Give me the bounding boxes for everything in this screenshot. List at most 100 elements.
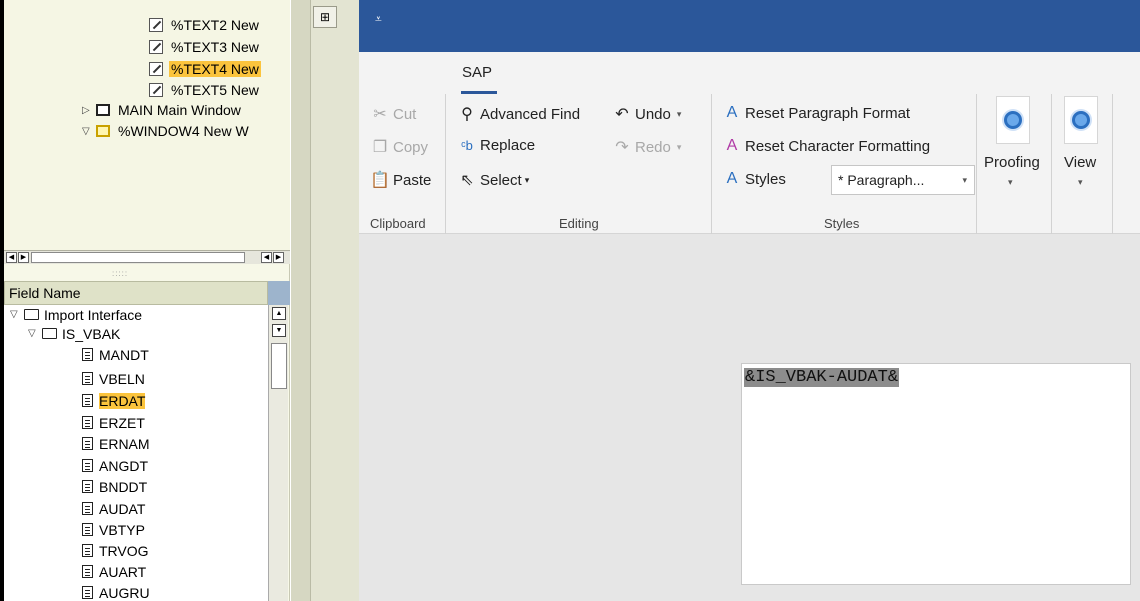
tab-sap[interactable]: SAP <box>462 64 492 81</box>
field-icon <box>82 394 93 407</box>
title-bar: ⩡ <box>359 0 1140 52</box>
copy-icon: ❐ <box>372 139 388 156</box>
field-bnddt[interactable]: BNDDT <box>82 477 147 496</box>
text-node-icon <box>149 62 163 76</box>
field-icon <box>82 372 93 385</box>
field-angdt[interactable]: ANGDT <box>82 456 148 475</box>
chevron-down-icon: ▾ <box>962 175 967 185</box>
scroll-down-icon[interactable]: ▼ <box>272 324 286 337</box>
field-icon <box>82 565 93 578</box>
tree-node-text4[interactable]: %TEXT4 New <box>149 60 261 78</box>
field-icon <box>82 437 93 450</box>
form-tree: %TEXT2 New %TEXT3 New %TEXT4 New %TEXT5 … <box>4 0 290 250</box>
styles-group-label: Styles <box>824 216 860 231</box>
field-icon <box>82 416 93 429</box>
view-label[interactable]: View <box>1064 154 1096 171</box>
text-node-icon <box>149 18 163 32</box>
node-import-interface[interactable]: ▽ Import Interface <box>10 305 142 324</box>
field-audat[interactable]: AUDAT <box>82 499 145 518</box>
horizontal-scrollbar[interactable]: ◀ ▶ ◀ ▶ <box>4 250 290 264</box>
undo-icon: ↶ <box>615 106 629 123</box>
group-separator <box>1112 94 1113 234</box>
layout-icon[interactable]: ⊞ <box>313 6 337 28</box>
sap-form-tree-pane: %TEXT2 New %TEXT3 New %TEXT4 New %TEXT5 … <box>0 0 290 601</box>
window-border <box>0 0 4 601</box>
dropdown-arrow-icon[interactable]: ▾ <box>677 109 682 120</box>
tree-node-text5[interactable]: %TEXT5 New <box>149 81 261 99</box>
scroll-left-icon[interactable]: ◀ <box>6 252 17 263</box>
tree-node-text2[interactable]: %TEXT2 New <box>149 16 261 34</box>
scroll-left-icon[interactable]: ◀ <box>261 252 272 263</box>
collapse-arrow-icon[interactable]: ▽ <box>10 309 24 320</box>
field-ernam[interactable]: ERNAM <box>82 434 150 453</box>
scissors-icon: ✂ <box>373 106 387 123</box>
vertical-scrollbar[interactable]: ▲ ▼ <box>268 305 288 601</box>
view-button[interactable] <box>1064 96 1098 144</box>
document-field-placeholder[interactable]: &IS_VBAK-AUDAT& <box>744 368 900 387</box>
field-list: ▽ Import Interface ▽ IS_VBAK MANDT VBELN… <box>4 305 268 601</box>
reset-character-formatting-button[interactable]: A Reset Character Formatting <box>721 137 930 155</box>
field-erzet[interactable]: ERZET <box>82 413 145 432</box>
tree-node-main-window[interactable]: ▷ MAIN Main Window <box>82 101 243 119</box>
quick-access-dropdown-icon[interactable]: ⩡ <box>375 12 382 27</box>
group-separator <box>1051 94 1052 234</box>
document-page[interactable]: &IS_VBAK-AUDAT& <box>741 363 1131 585</box>
paragraph-format-icon: A <box>726 104 738 121</box>
field-augru[interactable]: AUGRU <box>82 583 150 601</box>
reset-paragraph-format-button[interactable]: A Reset Paragraph Format <box>721 104 910 122</box>
copy-button[interactable]: ❐ Copy <box>369 137 428 157</box>
field-erdat[interactable]: ERDAT <box>82 391 146 410</box>
field-icon <box>82 480 93 493</box>
splitter-handle[interactable]: ::::: <box>112 269 128 278</box>
toolbar-strip <box>310 0 359 601</box>
scroll-right-icon[interactable]: ▶ <box>18 252 29 263</box>
field-mandt[interactable]: MANDT <box>82 345 149 364</box>
style-select[interactable]: * Paragraph... ▾ <box>831 165 975 195</box>
replace-icon: ᶜb <box>461 138 473 153</box>
styles-button[interactable]: A Styles <box>721 170 786 188</box>
cut-button[interactable]: ✂ Cut <box>369 104 416 124</box>
dropdown-arrow-icon[interactable]: ▾ <box>677 142 682 153</box>
group-separator <box>711 94 712 234</box>
tree-node-text3[interactable]: %TEXT3 New <box>149 38 261 56</box>
tree-node-window4[interactable]: ▽ %WINDOW4 New W <box>82 122 251 140</box>
proofing-label[interactable]: Proofing <box>984 154 1040 171</box>
group-separator <box>976 94 977 234</box>
active-tab-indicator <box>461 91 497 94</box>
proofing-button[interactable] <box>996 96 1030 144</box>
collapse-arrow-icon[interactable]: ▽ <box>82 126 96 137</box>
select-button[interactable]: ⇖ Select ▾ <box>456 170 529 190</box>
editing-group-label: Editing <box>559 216 599 231</box>
redo-icon: ↷ <box>615 139 629 156</box>
expand-arrow-icon[interactable]: ▷ <box>82 105 96 116</box>
clipboard-icon: 📋 <box>370 172 390 189</box>
field-icon <box>82 544 93 557</box>
field-auart[interactable]: AUART <box>82 562 146 581</box>
node-is-vbak[interactable]: ▽ IS_VBAK <box>28 324 120 343</box>
scroll-track[interactable] <box>31 252 245 263</box>
redo-button[interactable]: ↷ Redo ▾ <box>611 137 681 157</box>
field-icon <box>82 459 93 472</box>
collapse-arrow-icon[interactable]: ▽ <box>28 328 42 339</box>
field-icon <box>82 586 93 599</box>
replace-button[interactable]: ᶜb Replace <box>456 137 535 154</box>
advanced-find-button[interactable]: ⚲ Advanced Find <box>456 104 580 124</box>
folder-open-icon <box>42 328 57 339</box>
folder-open-icon <box>24 309 39 320</box>
paste-button[interactable]: 📋 Paste <box>369 170 431 190</box>
field-vbtyp[interactable]: VBTYP <box>82 520 145 539</box>
chevron-down-icon[interactable]: ▾ <box>1008 177 1013 188</box>
scroll-thumb[interactable] <box>271 343 287 389</box>
word-editor: ⩡ SAP ✂ Cut ❐ Copy 📋 Paste Clipboard ⚲ A… <box>359 0 1140 601</box>
chevron-down-icon[interactable]: ▾ <box>1078 177 1083 188</box>
field-icon <box>82 348 93 361</box>
field-trvog[interactable]: TRVOG <box>82 541 149 560</box>
text-node-icon <box>149 40 163 54</box>
undo-button[interactable]: ↶ Undo ▾ <box>611 104 681 124</box>
scroll-up-icon[interactable]: ▲ <box>272 307 286 320</box>
field-vbeln[interactable]: VBELN <box>82 369 145 388</box>
styles-icon: A <box>726 170 738 187</box>
header-filler <box>268 281 290 305</box>
scroll-right-icon[interactable]: ▶ <box>273 252 284 263</box>
field-name-column-header[interactable]: Field Name <box>4 281 268 305</box>
